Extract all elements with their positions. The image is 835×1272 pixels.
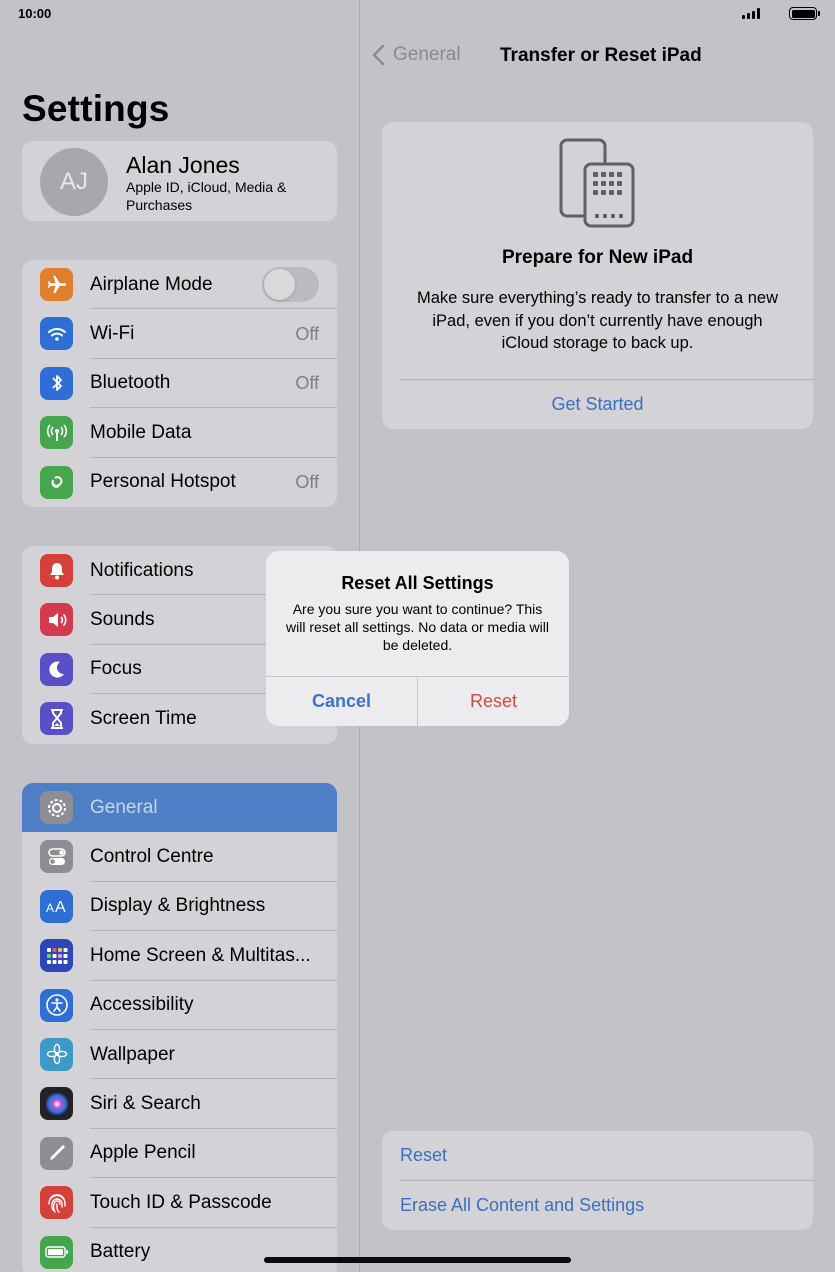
sidebar-title: Settings xyxy=(22,88,170,129)
reset-link[interactable]: Reset xyxy=(400,1145,447,1166)
prepare-title: Prepare for New iPad xyxy=(501,247,694,268)
grid-icon xyxy=(40,939,73,973)
sidebar-item-siri-search[interactable]: Siri & Search xyxy=(22,1079,337,1129)
connectivity-group: Airplane Mode Wi-Fi Off Bluetooth Off Mo… xyxy=(22,260,337,507)
sidebar-item-home-screen[interactable]: Home Screen & Multitas... xyxy=(22,931,337,981)
hotspot-icon xyxy=(40,465,73,499)
sidebar-item-mobile-data[interactable]: Mobile Data xyxy=(22,408,337,458)
gear-icon xyxy=(40,791,73,824)
sidebar-item-label: Wallpaper xyxy=(90,1043,175,1065)
sidebar-item-label: Focus xyxy=(90,658,142,680)
sidebar-item-apple-pencil[interactable]: Apple Pencil xyxy=(22,1129,337,1179)
sidebar-item-label: Display & Brightness xyxy=(90,895,266,917)
chevron-left-icon xyxy=(372,44,385,66)
profile-subtitle: Apple ID, iCloud, Media & Purchases xyxy=(126,179,287,213)
sidebar-item-label: Sounds xyxy=(90,609,155,631)
prepare-description: Make sure everything’s ready to transfer… xyxy=(416,289,779,352)
sidebar-item-label: Apple Pencil xyxy=(90,1142,196,1164)
get-started-button[interactable]: Get Started xyxy=(382,394,813,415)
bell-icon xyxy=(40,554,73,587)
pencil-icon xyxy=(40,1136,73,1170)
detail-nav-bar: General Transfer or Reset iPad xyxy=(360,28,835,84)
sidebar-item-label: Notifications xyxy=(90,559,194,581)
wifi-status: Off xyxy=(295,323,319,344)
sidebar-item-label: Mobile Data xyxy=(90,421,192,443)
erase-all-link[interactable]: Erase All Content and Settings xyxy=(400,1195,644,1216)
cancel-button[interactable]: Cancel xyxy=(266,677,417,726)
sidebar-item-label: Bluetooth xyxy=(90,372,171,394)
devices-transfer-icon xyxy=(559,138,635,228)
back-button[interactable]: General xyxy=(372,44,461,66)
battery-status-icon xyxy=(789,7,820,20)
back-label: General xyxy=(393,44,461,65)
text-size-icon: AA xyxy=(40,889,73,923)
avatar: AJ xyxy=(40,148,108,216)
sidebar-item-touch-id[interactable]: Touch ID & Passcode xyxy=(22,1178,337,1228)
sidebar-item-bluetooth[interactable]: Bluetooth Off xyxy=(22,359,337,409)
wifi-icon xyxy=(40,317,73,351)
sidebar-item-general[interactable]: General xyxy=(22,783,337,833)
sidebar-item-wallpaper[interactable]: Wallpaper xyxy=(22,1030,337,1080)
erase-all-row[interactable]: Erase All Content and Settings xyxy=(382,1181,813,1231)
bluetooth-status: Off xyxy=(295,372,319,393)
bluetooth-icon xyxy=(40,366,73,400)
sidebar-item-display-brightness[interactable]: AA Display & Brightness xyxy=(22,882,337,932)
sidebar-item-label: General xyxy=(90,796,158,818)
general-group: General Control Centre AA Display & Brig… xyxy=(22,783,337,1272)
sidebar-item-label: Touch ID & Passcode xyxy=(90,1191,272,1213)
sidebar-item-label: Control Centre xyxy=(90,846,214,868)
sidebar-item-label: Accessibility xyxy=(90,994,194,1016)
sidebar-item-accessibility[interactable]: Accessibility xyxy=(22,981,337,1030)
reset-button[interactable]: Reset xyxy=(418,677,569,726)
sidebar-item-control-centre[interactable]: Control Centre xyxy=(22,832,337,882)
speaker-icon xyxy=(40,603,73,637)
airplane-mode-toggle[interactable] xyxy=(262,267,319,302)
fingerprint-icon xyxy=(40,1186,73,1220)
page-title: Transfer or Reset iPad xyxy=(500,45,702,66)
siri-icon xyxy=(40,1087,73,1121)
sidebar-item-label: Screen Time xyxy=(90,707,197,729)
switches-icon xyxy=(40,840,73,874)
sidebar-item-wifi[interactable]: Wi-Fi Off xyxy=(22,309,337,359)
cellular-signal-icon xyxy=(742,8,760,19)
alert-title: Reset All Settings xyxy=(341,573,494,593)
reset-options-card: Reset Erase All Content and Settings xyxy=(382,1131,813,1230)
accessibility-icon xyxy=(40,988,73,1022)
sidebar-item-label: Home Screen & Multitas... xyxy=(90,944,311,966)
flower-icon xyxy=(40,1037,73,1071)
airplane-icon xyxy=(40,268,73,301)
hourglass-icon xyxy=(40,702,73,736)
home-indicator[interactable] xyxy=(264,1257,571,1263)
apple-id-card[interactable]: AJ Alan Jones Apple ID, iCloud, Media & … xyxy=(22,141,337,221)
sidebar-item-label: Personal Hotspot xyxy=(90,471,236,493)
hotspot-status: Off xyxy=(295,471,319,492)
alert-message: Are you sure you want to continue? This … xyxy=(286,601,549,653)
sidebar-item-battery[interactable]: Battery xyxy=(22,1228,337,1272)
reset-all-settings-alert: Reset All Settings Are you sure you want… xyxy=(266,551,569,726)
moon-icon xyxy=(40,652,73,686)
sidebar-item-label: Wi-Fi xyxy=(90,323,135,345)
prepare-new-ipad-card: Prepare for New iPad Make sure everythin… xyxy=(382,122,813,429)
sidebar-item-label: Battery xyxy=(90,1241,151,1263)
svg-text:A: A xyxy=(46,901,54,915)
battery-icon xyxy=(40,1235,73,1269)
sidebar-item-personal-hotspot[interactable]: Personal Hotspot Off xyxy=(22,458,337,507)
svg-text:A: A xyxy=(55,899,66,915)
sidebar-item-label: Siri & Search xyxy=(90,1093,201,1115)
sidebar-item-label: Airplane Mode xyxy=(90,273,213,295)
antenna-icon xyxy=(40,416,73,450)
sidebar-item-airplane-mode[interactable]: Airplane Mode xyxy=(22,260,337,310)
profile-name: Alan Jones xyxy=(126,152,240,178)
reset-row[interactable]: Reset xyxy=(382,1131,813,1181)
